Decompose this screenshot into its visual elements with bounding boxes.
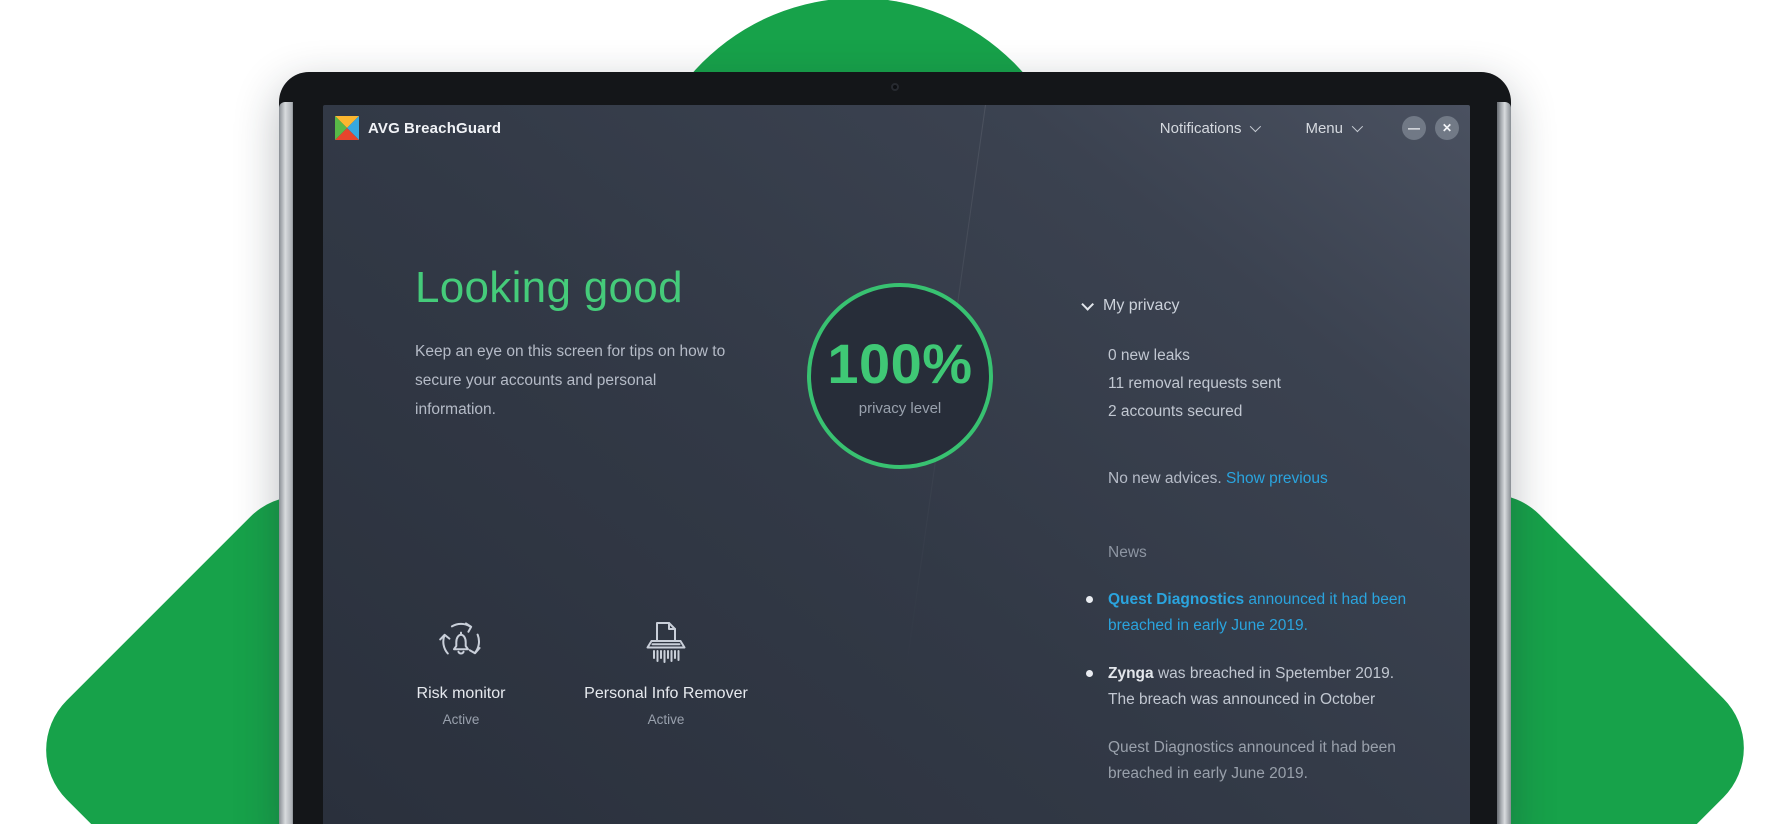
news-item: Zynga was breached in Spetember 2019. Th… [1085, 661, 1437, 713]
brand-product: BreachGuard [404, 119, 502, 137]
privacy-stat: 11 removal requests sent [1108, 375, 1281, 392]
chevron-down-icon [1351, 120, 1364, 133]
laptop-frame: AVG BreachGuard Notifications Menu — ✕ Lo… [279, 72, 1511, 824]
laptop-edge-right [1497, 102, 1511, 824]
webcam [891, 83, 899, 91]
privacy-percent: 100% [827, 331, 973, 395]
my-privacy-title: My privacy [1103, 297, 1180, 314]
notifications-dropdown[interactable]: Notifications [1159, 119, 1262, 137]
privacy-circle-label: privacy level [858, 399, 942, 417]
minimize-icon: — [1408, 121, 1420, 135]
menu-dropdown[interactable]: Menu [1305, 119, 1364, 137]
laptop-edge-left [279, 102, 293, 824]
close-icon: ✕ [1441, 121, 1453, 135]
advices-text: No new advices. [1108, 470, 1222, 487]
close-button[interactable]: ✕ [1435, 116, 1459, 140]
notifications-label: Notifications [1159, 119, 1242, 137]
module-status: Active [442, 712, 480, 727]
advices-row: No new advices. Show previous [1108, 470, 1328, 488]
news-item[interactable]: Quest Diagnostics announced it had been … [1085, 587, 1437, 639]
minimize-button[interactable]: — [1402, 116, 1426, 140]
show-previous-link[interactable]: Show previous [1226, 470, 1328, 487]
module-name: Risk monitor [416, 685, 506, 702]
shredder-icon [556, 610, 776, 672]
chevron-down-icon [1081, 297, 1094, 311]
news-list: Quest Diagnostics announced it had been … [1085, 587, 1437, 809]
news-item: Quest Diagnostics announced it had been … [1085, 735, 1437, 787]
privacy-stat: 0 new leaks [1108, 347, 1190, 364]
privacy-stat: 2 accounts secured [1108, 403, 1243, 420]
news-item-source: Quest Diagnostics [1108, 591, 1245, 608]
brand: AVG BreachGuard [368, 120, 501, 137]
module-name: Personal Info Remover [584, 685, 748, 702]
news-title: News [1108, 544, 1147, 561]
window-controls: — ✕ [1402, 116, 1459, 140]
avg-logo-icon [335, 116, 359, 140]
news-item-text: Quest Diagnostics announced it had been … [1108, 739, 1396, 782]
module-personal-info-remover[interactable]: Personal Info Remover Active [556, 610, 776, 727]
app-header: AVG BreachGuard Notifications Menu — ✕ [323, 105, 1470, 151]
page: AVG BreachGuard Notifications Menu — ✕ Lo… [0, 0, 1792, 824]
brand-name: AVG [368, 119, 400, 137]
chevron-down-icon [1250, 120, 1262, 133]
module-status: Active [647, 712, 685, 727]
my-privacy-toggle[interactable]: My privacy [1081, 297, 1179, 315]
page-title: Looking good [415, 263, 683, 312]
privacy-stats: 0 new leaks 11 removal requests sent 2 a… [1108, 342, 1281, 426]
page-description: Keep an eye on this screen for tips on h… [415, 343, 726, 418]
news-item-source: Zynga [1108, 665, 1154, 682]
app-window: AVG BreachGuard Notifications Menu — ✕ Lo… [323, 105, 1470, 824]
menu-label: Menu [1305, 119, 1343, 137]
privacy-level-circle: 100% privacy level [807, 283, 993, 469]
module-risk-monitor[interactable]: Risk monitor Active [371, 610, 551, 727]
risk-monitor-icon [371, 610, 551, 672]
